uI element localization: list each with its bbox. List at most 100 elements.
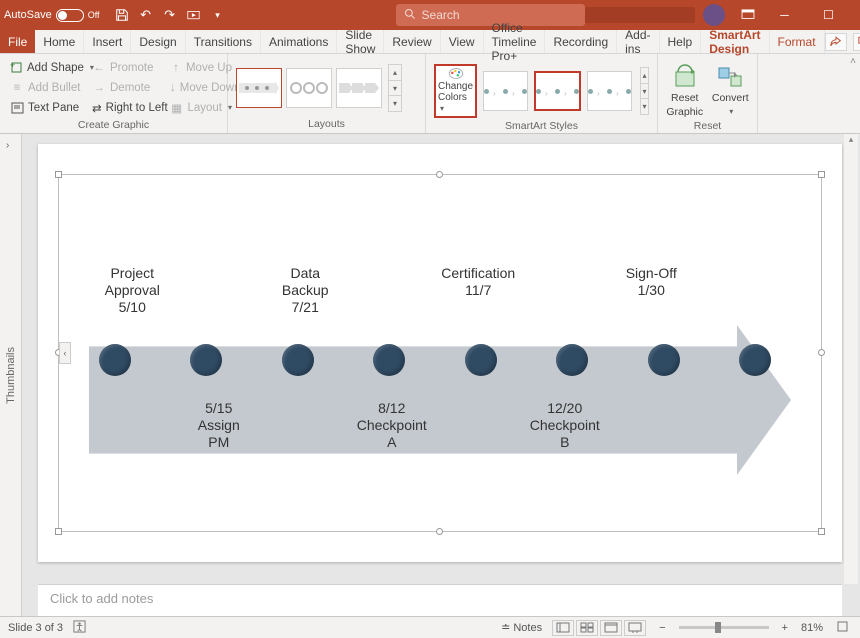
save-icon[interactable] [114, 7, 130, 23]
collapse-ribbon-icon[interactable]: ˄ [846, 54, 860, 68]
vertical-scrollbar[interactable]: ▴ [844, 134, 858, 584]
fit-to-window-button[interactable] [833, 620, 852, 636]
undo-icon[interactable]: ↶ [138, 7, 154, 23]
timeline-node[interactable] [465, 344, 497, 376]
timeline-node[interactable] [99, 344, 131, 376]
maximize-button[interactable]: ☐ [809, 0, 849, 30]
timeline-node[interactable] [556, 344, 588, 376]
normal-view-button[interactable] [552, 620, 574, 636]
tab-help[interactable]: Help [660, 30, 702, 53]
resize-handle[interactable] [818, 171, 825, 178]
sorter-view-button[interactable] [576, 620, 598, 636]
timeline-label-bottom[interactable]: 5/15AssignPM [176, 400, 263, 451]
layout-option-3[interactable] [336, 68, 382, 108]
tab-review[interactable]: Review [384, 30, 440, 53]
resize-handle[interactable] [436, 528, 443, 535]
text-pane-button[interactable]: Text Pane [8, 98, 90, 117]
scroll-up-icon[interactable]: ▴ [844, 134, 858, 148]
resize-handle[interactable] [55, 528, 62, 535]
tab-format[interactable]: Format [770, 30, 825, 53]
timeline-node[interactable] [739, 344, 771, 376]
close-button[interactable]: ✕ [853, 0, 860, 30]
layout-icon: ▦ [170, 101, 183, 115]
reading-view-button[interactable] [600, 620, 622, 636]
tab-slideshow[interactable]: Slide Show [337, 30, 384, 53]
redo-icon[interactable]: ↷ [162, 7, 178, 23]
share-button[interactable] [825, 33, 847, 51]
minimize-button[interactable]: ─ [765, 0, 805, 30]
layout-gallery-scroll[interactable]: ▴▾▾ [388, 64, 402, 112]
tab-home[interactable]: Home [35, 30, 84, 53]
start-slideshow-icon[interactable] [186, 7, 202, 23]
tab-office-timeline[interactable]: Office Timeline Pro+ [484, 30, 546, 53]
zoom-slider[interactable] [679, 626, 769, 629]
view-buttons [552, 620, 646, 636]
comments-button[interactable] [853, 33, 860, 51]
zoom-in-button[interactable]: + [779, 622, 791, 634]
style-option-3[interactable]: ›› [587, 71, 632, 111]
tab-transitions[interactable]: Transitions [186, 30, 261, 53]
timeline-label-top[interactable]: Sign-Off1/30 [608, 265, 695, 316]
tab-animations[interactable]: Animations [261, 30, 337, 53]
right-to-left-button[interactable]: ⇄Right to Left [90, 98, 168, 117]
timeline-label-bottom[interactable]: 8/12CheckpointA [349, 400, 436, 451]
autosave-toggle[interactable]: AutoSave Off [4, 9, 100, 22]
convert-button[interactable]: Convert ▾ [712, 64, 750, 118]
tab-design[interactable]: Design [131, 30, 185, 53]
smartart-selection[interactable]: ‹ ProjectApproval5/10.DataBackup7/21.Cer… [58, 174, 822, 532]
add-bullet-button: ≡Add Bullet [8, 78, 90, 97]
accessibility-icon[interactable] [73, 620, 86, 636]
smartart-graphic[interactable]: ProjectApproval5/10.DataBackup7/21.Certi… [89, 295, 791, 445]
add-shape-button[interactable]: +Add Shape▾ [8, 58, 90, 77]
notes-button[interactable]: ≐ Notes [501, 621, 542, 634]
timeline-node[interactable] [648, 344, 680, 376]
slide-indicator[interactable]: Slide 3 of 3 [8, 622, 63, 634]
timeline-node[interactable] [373, 344, 405, 376]
layout-option-1[interactable] [236, 68, 282, 108]
tab-view[interactable]: View [441, 30, 484, 53]
notes-pane[interactable]: Click to add notes [38, 584, 842, 616]
style-option-2[interactable]: ›› [534, 71, 581, 111]
timeline-node[interactable] [190, 344, 222, 376]
qat-dropdown-icon[interactable]: ▾ [210, 7, 226, 23]
resize-handle[interactable] [818, 528, 825, 535]
resize-handle[interactable] [436, 171, 443, 178]
tab-addins[interactable]: Add-ins [617, 30, 659, 53]
zoom-out-button[interactable]: − [656, 622, 668, 634]
add-bullet-icon: ≡ [10, 81, 24, 95]
palette-icon [445, 68, 467, 79]
slide-canvas[interactable]: ‹ ProjectApproval5/10.DataBackup7/21.Cer… [38, 144, 842, 562]
tab-file[interactable]: File [0, 30, 35, 53]
search-box[interactable] [396, 4, 585, 26]
group-layouts: ▴▾▾ Layouts [228, 54, 426, 133]
timeline-node[interactable] [282, 344, 314, 376]
convert-icon [717, 64, 743, 90]
autosave-state: Off [88, 10, 100, 20]
timeline-label-top[interactable]: ProjectApproval5/10 [89, 265, 176, 316]
work-area: › Thumbnails ‹ [0, 134, 860, 616]
text-pane-toggle[interactable]: ‹ [59, 342, 71, 364]
timeline-label-top[interactable]: Certification11/7 [435, 265, 522, 316]
avatar[interactable] [703, 4, 725, 26]
ribbon-display-icon[interactable] [735, 2, 761, 28]
tab-insert[interactable]: Insert [84, 30, 131, 53]
timeline-label-top[interactable]: DataBackup7/21 [262, 265, 349, 316]
thumbnail-rail[interactable]: › Thumbnails [0, 134, 22, 616]
tab-recording[interactable]: Recording [545, 30, 617, 53]
promote-button: ←Promote [90, 58, 168, 77]
layout-option-2[interactable] [286, 68, 332, 108]
timeline-label-bottom[interactable]: 12/20CheckpointB [522, 400, 609, 451]
resize-handle[interactable] [55, 171, 62, 178]
zoom-level[interactable]: 81% [801, 622, 823, 634]
group-create-graphic: +Add Shape▾ ≡Add Bullet Text Pane ←Promo… [0, 54, 228, 133]
group-label: Reset [666, 118, 749, 135]
change-colors-button[interactable]: Change Colors ▾ [434, 64, 477, 118]
style-option-1[interactable]: ›› [483, 71, 528, 111]
chevron-right-icon: › [6, 140, 9, 151]
demote-button: →Demote [90, 78, 168, 97]
style-gallery-scroll[interactable]: ▴▾▾ [640, 67, 649, 115]
slideshow-view-button[interactable] [624, 620, 646, 636]
resize-handle[interactable] [818, 349, 825, 356]
reset-graphic-button[interactable]: Reset Graphic [666, 64, 704, 118]
tab-smartart-design[interactable]: SmartArt Design [701, 30, 769, 53]
